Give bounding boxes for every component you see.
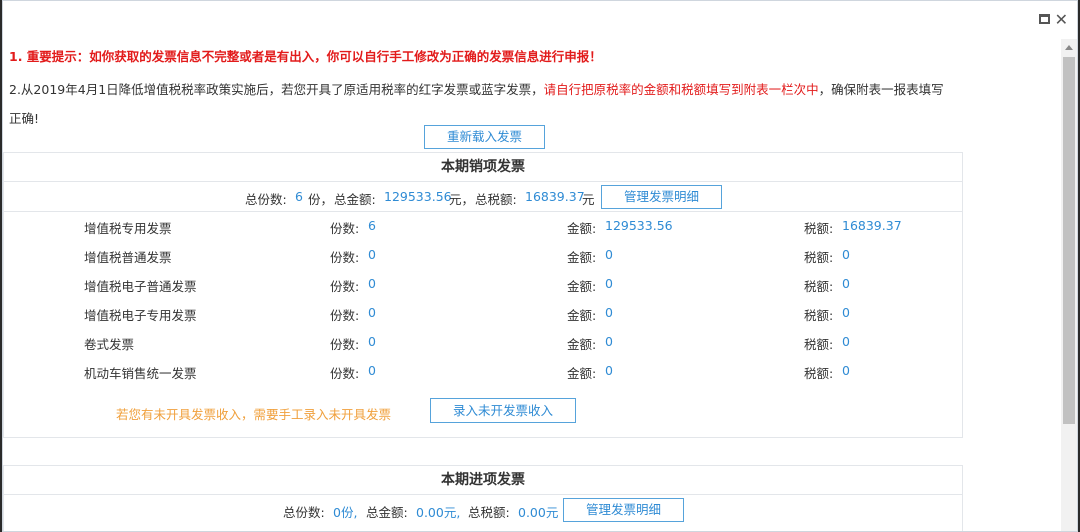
sales-row-count-label: 份数: <box>330 279 360 294</box>
sales-row-name: 卷式发票 <box>84 337 135 352</box>
sales-row-count: 0 <box>368 334 376 349</box>
sales-invoice-row: 增值税专用发票 份数: 6 金额: 129533.56 税额: 16839.37 <box>4 212 962 241</box>
purchase-summary: 总份数: 0份, 总金额: 0.00元, 总税额: 0.00元 管理发票明细 <box>4 494 962 525</box>
enter-unissued-income-button[interactable]: 录入未开发票收入 <box>430 398 576 423</box>
sales-row-amount: 0 <box>605 363 613 378</box>
purchase-amount-value: 0.00元, <box>416 505 461 520</box>
sales-count-label: 总份数: <box>245 192 287 207</box>
sales-row-tax: 0 <box>842 305 850 320</box>
dialog-content: 1. 重要提示：如你获取的发票信息不完整或者是有出入，你可以自行手工修改为正确的… <box>3 39 1061 531</box>
dialog-titlebar: ✕ <box>3 1 1077 39</box>
sales-row-amount-label: 金额: <box>567 308 597 323</box>
sales-row-tax: 0 <box>842 334 850 349</box>
purchase-invoice-panel: 本期进项发票 总份数: 0份, 总金额: 0.00元, 总税额: 0.00元 管… <box>3 465 963 531</box>
sales-invoice-panel: 本期销项发票 总份数: 6 份， 总金额: 129533.56 元， 总税额: … <box>3 152 963 438</box>
sales-row-name: 增值税普通发票 <box>84 250 172 265</box>
scrollbar-thumb[interactable] <box>1063 57 1075 424</box>
sales-row-tax-label: 税额: <box>804 337 834 352</box>
sales-row-count: 0 <box>368 363 376 378</box>
sales-row-amount-label: 金额: <box>567 366 597 381</box>
sales-row-amount-label: 金额: <box>567 221 597 236</box>
sales-count-value: 6 <box>295 189 303 204</box>
purchase-tax-label: 总税额: <box>468 505 510 520</box>
policy-notice-highlight: 请自行把原税率的金额和税额填写到附表一栏次中 <box>543 82 819 97</box>
sales-row-count-label: 份数: <box>330 366 360 381</box>
sales-row-tax: 16839.37 <box>842 218 902 233</box>
policy-notice-prefix: 2.从2019年4月1日降低增值税税率政策实施后，若您开具了原适用税率的红字发票… <box>9 82 544 97</box>
unissued-income-hint: 若您有未开具发票收入，需要手工录入未开具发票 <box>116 407 392 422</box>
sales-row-amount-label: 金额: <box>567 250 597 265</box>
sales-row-amount-label: 金额: <box>567 279 597 294</box>
sales-invoice-row: 增值税电子普通发票 份数: 0 金额: 0 税额: 0 <box>4 270 962 299</box>
sales-row-count: 0 <box>368 276 376 291</box>
sales-invoice-row: 增值税普通发票 份数: 0 金额: 0 税额: 0 <box>4 241 962 270</box>
vertical-scrollbar[interactable] <box>1061 39 1077 531</box>
sales-tax-value: 16839.37 <box>525 189 585 204</box>
purchase-amount-label: 总金额: <box>366 505 408 520</box>
sales-amount-label: 总金额: <box>334 192 376 207</box>
sales-panel-title: 本期销项发票 <box>441 159 525 175</box>
sales-row-name: 增值税电子专用发票 <box>84 308 197 323</box>
sales-row-count: 0 <box>368 305 376 320</box>
purchase-manage-details-button[interactable]: 管理发票明细 <box>563 498 684 522</box>
scroll-up-icon[interactable] <box>1065 45 1073 50</box>
sales-row-tax-label: 税额: <box>804 279 834 294</box>
sales-invoice-row: 机动车销售统一发票 份数: 0 金额: 0 税额: 0 <box>4 357 962 386</box>
sales-tax-label: 总税额: <box>475 192 517 207</box>
sales-row-amount: 0 <box>605 334 613 349</box>
purchase-tax-value: 0.00元 <box>518 505 559 520</box>
sales-row-tax: 0 <box>842 247 850 262</box>
sales-row-count-label: 份数: <box>330 308 360 323</box>
purchase-count-value: 0份, <box>333 505 358 520</box>
sales-row-amount: 0 <box>605 247 613 262</box>
sales-amount-unit: 元， <box>449 192 475 207</box>
sales-row-count-label: 份数: <box>330 250 360 265</box>
sales-manage-details-button[interactable]: 管理发票明细 <box>601 185 722 209</box>
sales-row-count: 6 <box>368 218 376 233</box>
sales-row-amount: 0 <box>605 305 613 320</box>
sales-row-tax-label: 税额: <box>804 250 834 265</box>
sales-row-count-label: 份数: <box>330 221 360 236</box>
sales-row-amount: 0 <box>605 276 613 291</box>
sales-row-count-label: 份数: <box>330 337 360 352</box>
invoice-dialog: ✕ 1. 重要提示：如你获取的发票信息不完整或者是有出入，你可以自行手工修改为正… <box>2 0 1078 532</box>
important-notice: 1. 重要提示：如你获取的发票信息不完整或者是有出入，你可以自行手工修改为正确的… <box>9 49 602 64</box>
sales-row-amount-label: 金额: <box>567 337 597 352</box>
sales-row-tax: 0 <box>842 276 850 291</box>
sales-amount-value: 129533.56 <box>384 189 452 204</box>
sales-row-name: 增值税电子普通发票 <box>84 279 197 294</box>
sales-row-amount: 129533.56 <box>605 218 673 233</box>
sales-summary: 总份数: 6 份， 总金额: 129533.56 元， 总税额: 16839.3… <box>4 181 962 212</box>
sales-row-tax-label: 税额: <box>804 221 834 236</box>
sales-tax-unit: 元 <box>582 192 595 207</box>
sales-invoice-row: 增值税电子专用发票 份数: 0 金额: 0 税额: 0 <box>4 299 962 328</box>
purchase-panel-title: 本期进项发票 <box>441 472 525 488</box>
sales-invoice-row: 卷式发票 份数: 0 金额: 0 税额: 0 <box>4 328 962 357</box>
sales-row-name: 增值税专用发票 <box>84 221 172 236</box>
sales-row-tax-label: 税额: <box>804 366 834 381</box>
sales-count-unit: 份， <box>308 192 334 207</box>
sales-row-name: 机动车销售统一发票 <box>84 366 197 381</box>
reload-invoices-button[interactable]: 重新载入发票 <box>424 125 545 149</box>
minimize-icon[interactable] <box>1039 13 1050 27</box>
purchase-count-label: 总份数: <box>283 505 325 520</box>
sales-row-count: 0 <box>368 247 376 262</box>
sales-row-tax-label: 税额: <box>804 308 834 323</box>
sales-row-tax: 0 <box>842 363 850 378</box>
close-icon[interactable]: ✕ <box>1055 12 1068 28</box>
